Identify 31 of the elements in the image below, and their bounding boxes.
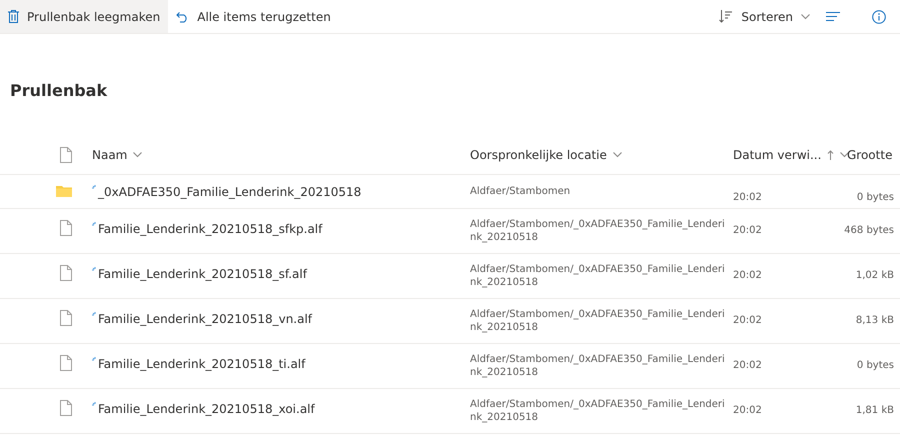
location-text: Aldfaer/Stambomen/_0xADFAE350_Familie_Lenderink_20210518	[470, 263, 726, 289]
deleted-time: 20:02	[733, 225, 762, 236]
file-size: 0 bytes	[856, 360, 894, 371]
column-header[interactable]: Naam	[92, 148, 142, 162]
file-name[interactable]: Familie_Lenderink_20210518_sf.alf	[98, 267, 307, 281]
file-name[interactable]: Familie_Lenderink_20210518_ti.alf	[98, 357, 306, 371]
restore-all-button[interactable]: Alle items terugzetten	[168, 0, 339, 33]
deleted-time: 20:02	[733, 270, 762, 281]
location-text: Aldfaer/Stambomen/_0xADFAE350_Familie_Lenderink_20210518	[470, 398, 726, 424]
column-header[interactable]: Grootte	[847, 148, 892, 162]
file-name[interactable]: Familie_Lenderink_20210518_xoi.alf	[98, 402, 315, 416]
location-text: Aldfaer/Stambomen/_0xADFAE350_Familie_Lenderink_20210518	[470, 353, 726, 379]
deleted-time: 20:02	[733, 405, 762, 416]
sort-button[interactable]: Sorteren	[711, 0, 818, 33]
page-title: Prullenbak	[10, 81, 108, 102]
deleted-time: 20:02	[733, 360, 762, 371]
deleted-time: 20:02	[733, 315, 762, 326]
file-size: 1,81 kB	[856, 405, 894, 416]
location-text: Aldfaer/Stambomen	[470, 185, 572, 198]
file-size: 468 bytes	[844, 225, 894, 236]
empty-bin-button[interactable]: Prullenbak leegmaken	[0, 0, 168, 33]
file-size: 1,02 kB	[856, 270, 894, 281]
file-name[interactable]: Familie_Lenderink_20210518_vn.alf	[98, 312, 312, 326]
file-name[interactable]: _0xADFAE350_Familie_Lenderink_20210518	[98, 185, 362, 199]
location-text: Aldfaer/Stambomen/_0xADFAE350_Familie_Lenderink_20210518	[470, 218, 726, 244]
file-name[interactable]: Familie_Lenderink_20210518_sfkp.alf	[98, 222, 322, 236]
deleted-time: 20:02	[733, 192, 762, 203]
file-size: 0 bytes	[856, 192, 894, 203]
file-size: 8,13 kB	[856, 315, 894, 326]
column-header[interactable]: Oorspronkelijke locatie	[470, 148, 622, 162]
location-text: Aldfaer/Stambomen/_0xADFAE350_Familie_Lenderink_20210518	[470, 308, 726, 334]
